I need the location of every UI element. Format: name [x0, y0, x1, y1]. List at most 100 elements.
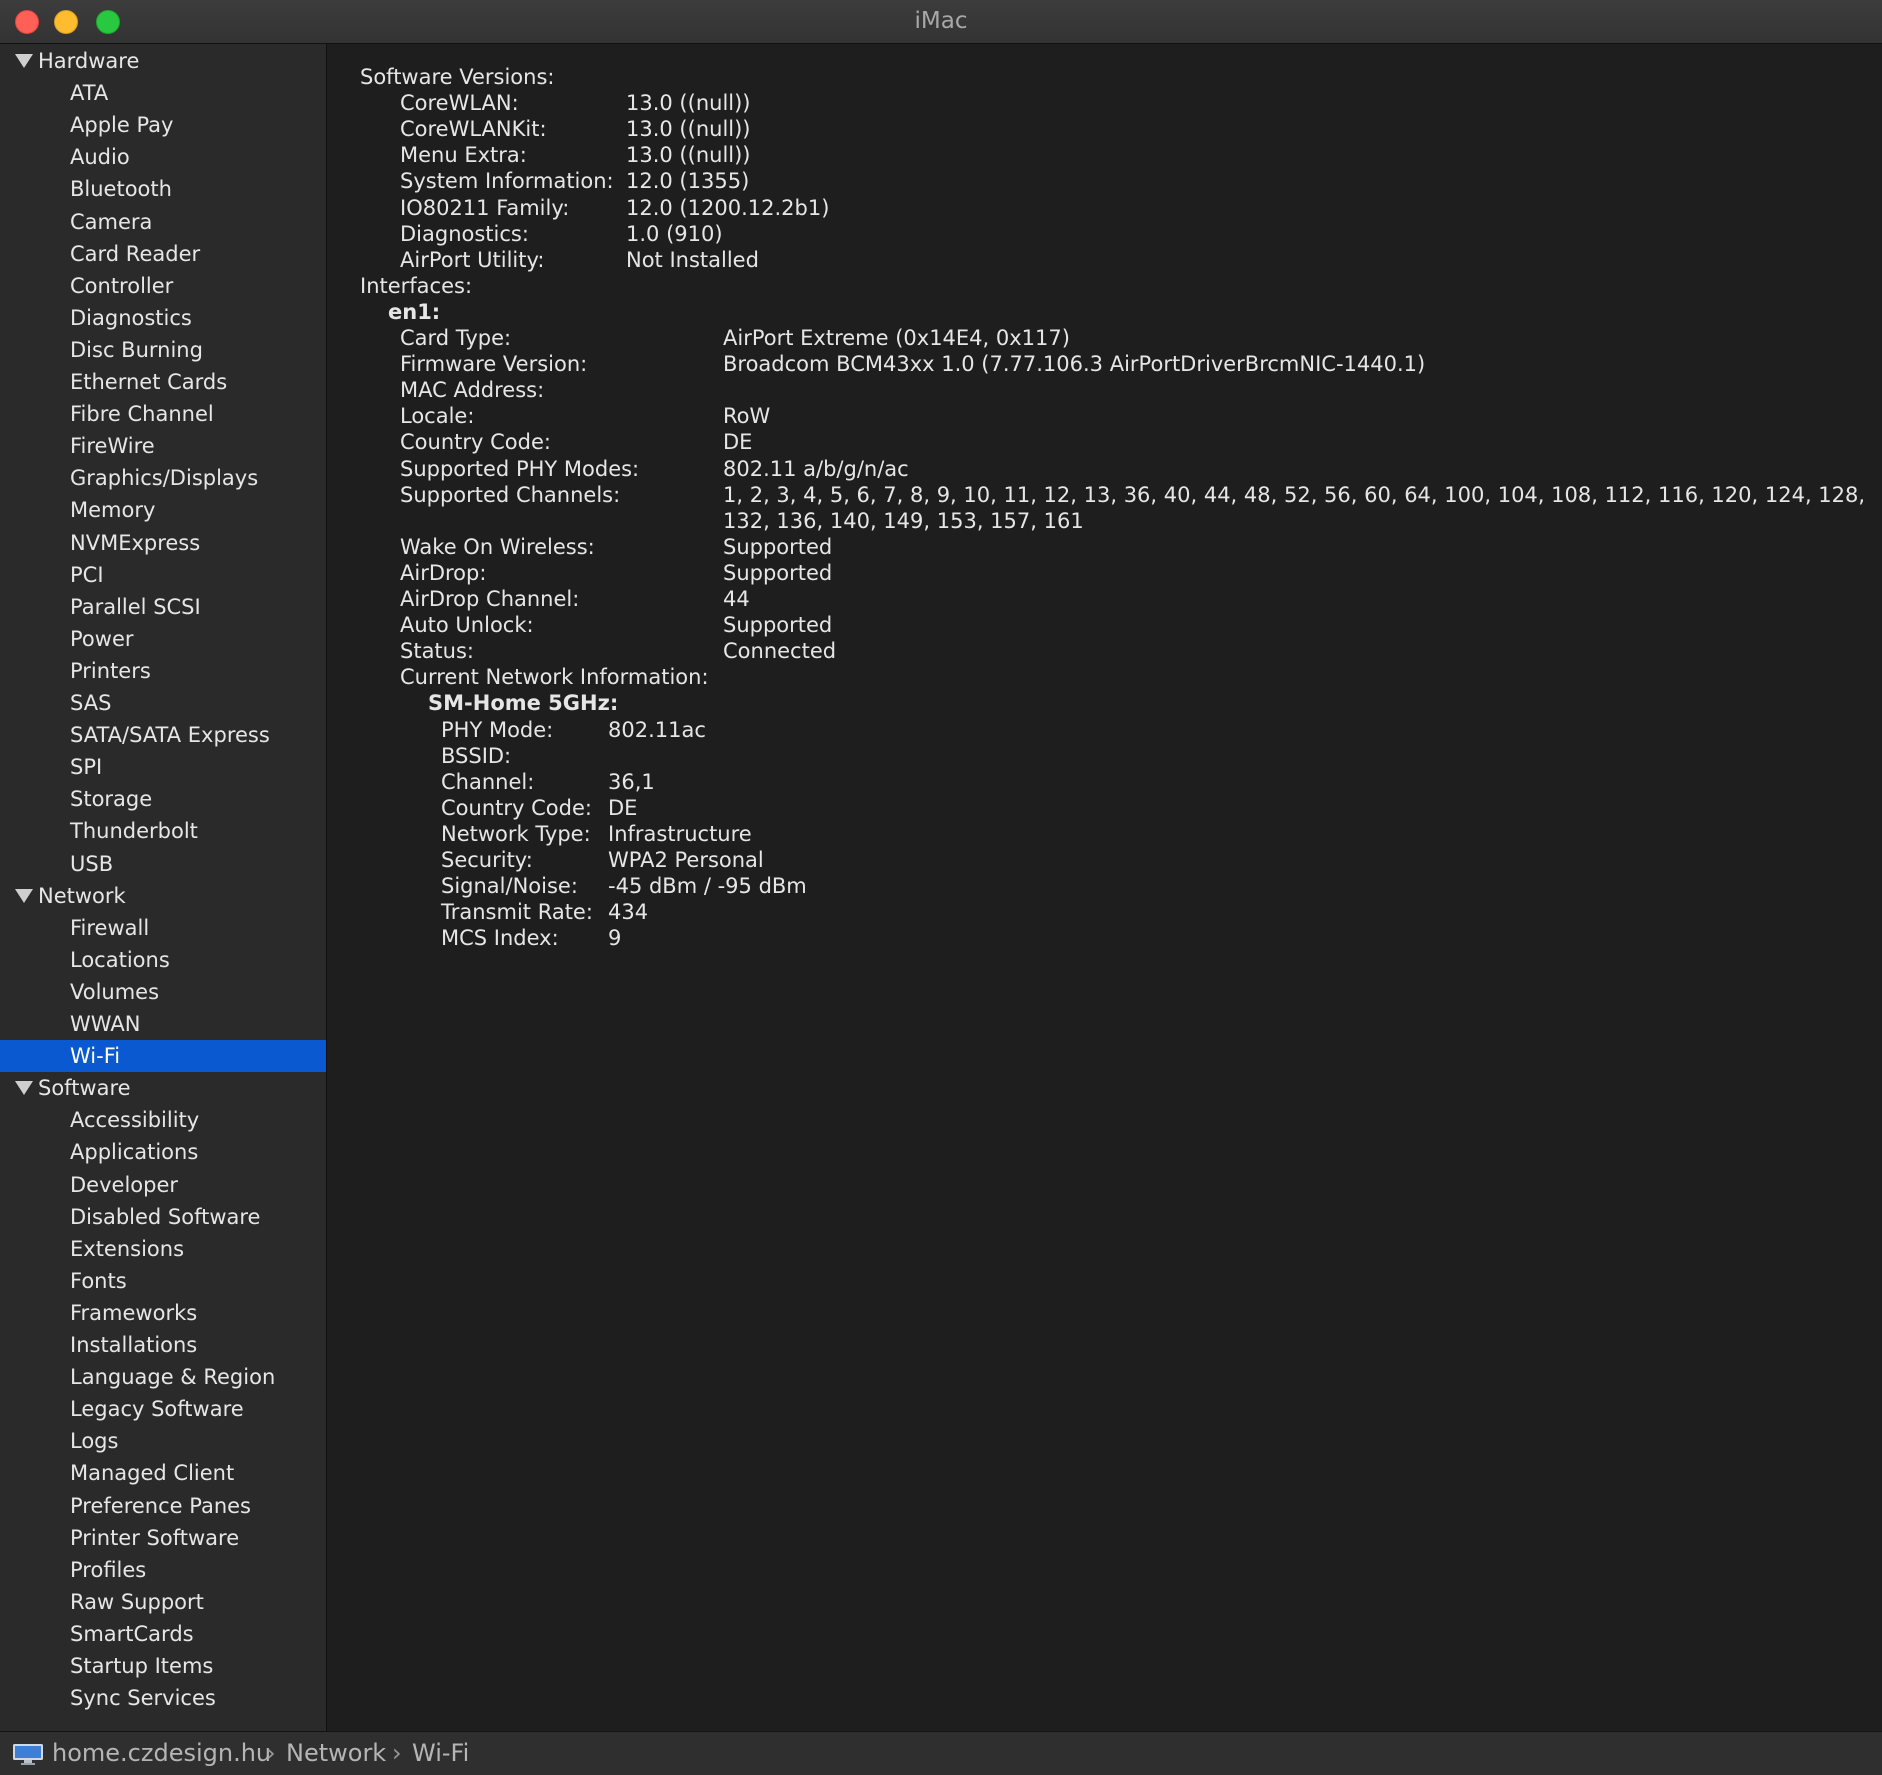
- sidebar-item-audio[interactable]: Audio: [0, 141, 326, 173]
- sidebar-item-fibre-channel[interactable]: Fibre Channel: [0, 398, 326, 430]
- sidebar-item-label: WWAN: [70, 1012, 141, 1036]
- info-key: PHY Mode:: [441, 717, 554, 742]
- sidebar-item-smartcards[interactable]: SmartCards: [0, 1618, 326, 1650]
- sidebar-item-usb[interactable]: USB: [0, 848, 326, 880]
- info-value: Supported: [723, 613, 833, 638]
- sidebar-item-label: Preference Panes: [70, 1493, 252, 1518]
- sidebar-category-software[interactable]: Software: [0, 1072, 326, 1104]
- sidebar-item-frameworks[interactable]: Frameworks: [0, 1297, 326, 1329]
- info-value: 13.0 ((null)): [626, 91, 751, 116]
- title-bar[interactable]: iMac: [0, 0, 1882, 44]
- breadcrumb-computer[interactable]: home.czdesign.hu: [52, 1732, 271, 1775]
- breadcrumb-network[interactable]: Network: [286, 1732, 386, 1775]
- sidebar-item-power[interactable]: Power: [0, 623, 326, 655]
- sidebar-item-label: Thunderbolt: [70, 819, 198, 844]
- sidebar-item-label: Installations: [70, 1333, 198, 1357]
- sidebar-item-legacy-software[interactable]: Legacy Software: [0, 1393, 326, 1425]
- sidebar-item-managed-client[interactable]: Managed Client: [0, 1457, 326, 1489]
- sidebar-item-ata[interactable]: ATA: [0, 77, 326, 109]
- sidebar-item-label: Accessibility: [70, 1108, 200, 1133]
- sidebar-item-label: NVMExpress: [70, 530, 201, 555]
- disclosure-triangle-icon[interactable]: [15, 888, 33, 903]
- info-key: Menu Extra:: [400, 143, 527, 168]
- sidebar-item-label: Startup Items: [70, 1654, 214, 1678]
- sidebar-item-wi-fi[interactable]: Wi-Fi: [0, 1040, 326, 1073]
- sidebar-item-logs[interactable]: Logs: [0, 1425, 326, 1457]
- sidebar-item-startup-items[interactable]: Startup Items: [0, 1650, 326, 1682]
- info-key: AirPort Utility:: [400, 247, 545, 272]
- sidebar-item-card-reader[interactable]: Card Reader: [0, 238, 326, 270]
- disclosure-triangle-icon[interactable]: [15, 1081, 33, 1096]
- sidebar-item-nvmexpress[interactable]: NVMExpress: [0, 527, 326, 559]
- sidebar-category-hardware[interactable]: Hardware: [0, 45, 326, 77]
- sidebar-item-memory[interactable]: Memory: [0, 494, 326, 526]
- breadcrumb-wifi[interactable]: Wi-Fi: [412, 1732, 469, 1775]
- info-key: Network Type:: [441, 821, 591, 846]
- info-key: Security:: [441, 848, 533, 872]
- breadcrumb-separator: ›: [392, 1739, 402, 1767]
- sidebar-item-developer[interactable]: Developer: [0, 1169, 326, 1201]
- sidebar-item-extensions[interactable]: Extensions: [0, 1233, 326, 1265]
- sidebar-item-label: Profiles: [70, 1557, 147, 1582]
- info-value: AirPort Extreme (0x14E4, 0x117): [723, 326, 1070, 350]
- info-value: 802.11ac: [608, 717, 706, 742]
- sidebar-category-network[interactable]: Network: [0, 880, 326, 912]
- info-key: System Information:: [400, 169, 614, 194]
- sidebar-item-volumes[interactable]: Volumes: [0, 976, 326, 1008]
- info-value: Not Installed: [626, 247, 759, 272]
- info-key: Status:: [400, 639, 474, 664]
- sidebar-item-firewall[interactable]: Firewall: [0, 912, 326, 944]
- sidebar-item-label: Printer Software: [70, 1525, 240, 1550]
- info-value: Broadcom BCM43xx 1.0 (7.77.106.3 AirPort…: [723, 352, 1426, 377]
- sidebar-item-graphics-displays[interactable]: Graphics/Displays: [0, 462, 326, 494]
- sidebar-category-label: Software: [38, 1076, 131, 1101]
- sidebar-item-label: Ethernet Cards: [70, 370, 228, 394]
- sidebar-item-accessibility[interactable]: Accessibility: [0, 1104, 326, 1136]
- info-key: AirDrop:: [400, 560, 487, 585]
- sidebar-item-spi[interactable]: SPI: [0, 751, 326, 783]
- disclosure-triangle-icon[interactable]: [15, 54, 33, 68]
- info-key: Country Code:: [400, 430, 551, 455]
- info-value: DE: [608, 795, 638, 820]
- sidebar-item-sata-sata-express[interactable]: SATA/SATA Express: [0, 719, 326, 751]
- sidebar-item-bluetooth[interactable]: Bluetooth: [0, 173, 326, 205]
- sidebar-item-camera[interactable]: Camera: [0, 206, 326, 238]
- sidebar-item-fonts[interactable]: Fonts: [0, 1265, 326, 1297]
- sidebar-item-controller[interactable]: Controller: [0, 270, 326, 302]
- sidebar-item-profiles[interactable]: Profiles: [0, 1554, 326, 1586]
- sidebar-item-thunderbolt[interactable]: Thunderbolt: [0, 815, 326, 847]
- sidebar-item-label: Audio: [70, 145, 130, 170]
- info-value: 1.0 (910): [626, 221, 723, 246]
- sidebar[interactable]: Hardware ATA Apple Pay Audio Bluetooth Camera…: [0, 44, 327, 1731]
- sidebar-item-sync-services[interactable]: Sync Services: [0, 1682, 326, 1714]
- sidebar-item-disc-burning[interactable]: Disc Burning: [0, 334, 326, 366]
- sidebar-item-diagnostics[interactable]: Diagnostics: [0, 302, 326, 334]
- sidebar-item-printer-software[interactable]: Printer Software: [0, 1522, 326, 1554]
- sidebar-item-label: Controller: [70, 273, 174, 298]
- sidebar-item-label: Power: [70, 626, 134, 651]
- info-key: Wake On Wireless:: [400, 534, 595, 559]
- sidebar-item-installations[interactable]: Installations: [0, 1329, 326, 1361]
- info-key: IO80211 Family:: [400, 195, 570, 220]
- sidebar-item-disabled-software[interactable]: Disabled Software: [0, 1201, 326, 1233]
- sidebar-item-locations[interactable]: Locations: [0, 944, 326, 976]
- info-value: 1, 2, 3, 4, 5, 6, 7, 8, 9, 10, 11, 12, 1…: [723, 482, 1866, 507]
- sidebar-item-storage[interactable]: Storage: [0, 783, 326, 815]
- info-value: RoW: [723, 404, 771, 429]
- info-value: 12.0 (1355): [626, 169, 750, 194]
- sidebar-item-raw-support[interactable]: Raw Support: [0, 1586, 326, 1618]
- sidebar-item-printers[interactable]: Printers: [0, 655, 326, 687]
- info-value: 12.0 (1200.12.2b1): [626, 195, 830, 220]
- sidebar-item-preference-panes[interactable]: Preference Panes: [0, 1490, 326, 1522]
- sidebar-item-label: Disc Burning: [70, 337, 203, 362]
- sidebar-item-applications[interactable]: Applications: [0, 1136, 326, 1168]
- sidebar-item-parallel-scsi[interactable]: Parallel SCSI: [0, 591, 326, 623]
- sidebar-item-sas[interactable]: SAS: [0, 687, 326, 719]
- sidebar-item-label: Graphics/Displays: [70, 466, 259, 491]
- sidebar-item-pci[interactable]: PCI: [0, 559, 326, 591]
- sidebar-item-firewire[interactable]: FireWire: [0, 430, 326, 462]
- sidebar-item-language-region[interactable]: Language & Region: [0, 1361, 326, 1393]
- sidebar-item-apple-pay[interactable]: Apple Pay: [0, 109, 326, 141]
- sidebar-item-wwan[interactable]: WWAN: [0, 1008, 326, 1040]
- sidebar-item-ethernet-cards[interactable]: Ethernet Cards: [0, 366, 326, 398]
